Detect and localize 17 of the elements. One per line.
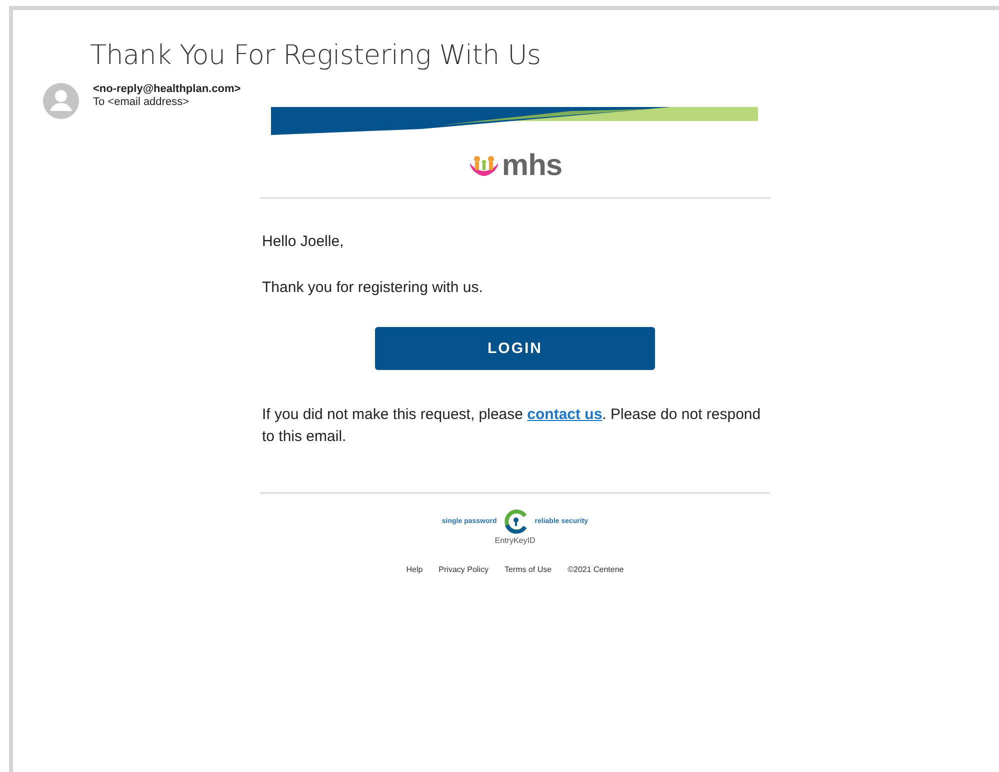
key-logo-icon xyxy=(502,508,529,534)
brand-logo-text: mhs xyxy=(502,149,562,183)
email-subject: Thank You For Registering With Us xyxy=(90,40,542,71)
product-name: EntryKeyID xyxy=(494,536,536,545)
footer-link[interactable]: Help xyxy=(406,565,423,574)
footer-link[interactable]: Terms of Use xyxy=(504,565,552,574)
message-text: Thank you for registering with us. xyxy=(262,278,484,298)
notice-paragraph: If you did not make this request, please contact us. Please do not respond to this email. xyxy=(262,405,762,447)
family-heart-icon xyxy=(468,155,500,177)
footer-link[interactable]: Privacy Policy xyxy=(438,565,488,574)
footer-link[interactable]: ©2021 Centene xyxy=(568,565,624,574)
sender-address: <no-reply@healthplan.com> xyxy=(93,83,241,96)
greeting-text: Hello Joelle, xyxy=(262,232,345,252)
contact-link[interactable]: contact us xyxy=(527,406,602,423)
avatar-icon xyxy=(43,83,79,119)
login-button[interactable]: LOGIN xyxy=(375,327,655,370)
recipient-line: To <email address> xyxy=(93,96,190,109)
